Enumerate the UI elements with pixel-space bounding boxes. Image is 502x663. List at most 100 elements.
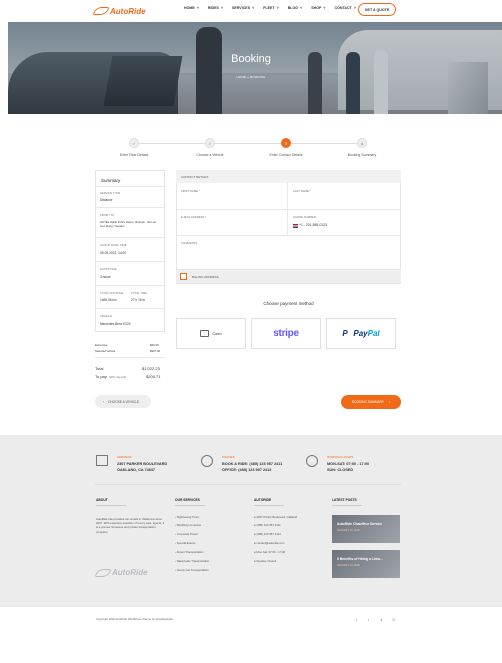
contact-item-label: (485) 123 957 2411	[256, 523, 281, 527]
service-link[interactable]: › Wedding Limousine	[175, 523, 201, 527]
booking-summary-label: BOOKING SUMMARY	[351, 400, 384, 404]
service-link-label: Special Events	[176, 541, 196, 545]
contact-item: ● Mon-Sat: 07:00 - 17:00	[254, 550, 285, 554]
payment-stripe-option[interactable]: stripe	[251, 318, 321, 349]
footer-logo-text: AutoRide	[112, 568, 148, 577]
service-link[interactable]: › Special Events	[175, 541, 195, 545]
phone-label: PHONE NUMBER	[293, 215, 316, 219]
distance-label: TOTAL DISTANCE	[100, 291, 124, 295]
email-label: E-MAIL ADDRESS *	[181, 215, 207, 219]
phone-line-2[interactable]: OFFICE: (485) 123 957 2412	[222, 468, 271, 473]
step-3-circle[interactable]: 3	[281, 138, 291, 148]
service-link[interactable]: › Hourly Car Transportation	[175, 568, 209, 572]
phone-line-1[interactable]: BOOK A RIDE: (485) 123 957 2411	[222, 462, 282, 467]
divider	[254, 505, 284, 506]
latest-posts-title: LATEST POSTS	[332, 498, 357, 502]
service-link[interactable]: › Corporate Travel	[175, 532, 198, 536]
latest-post-card[interactable]: 5 Benefits of Hiring a Limo... JANUARY 1…	[332, 550, 400, 578]
extra-time-line-value: $26.00	[150, 343, 159, 347]
stripe-logo: stripe	[273, 328, 299, 339]
email-field[interactable]	[176, 210, 288, 236]
footer-bottom-bar	[0, 607, 502, 663]
step-2-circle[interactable]: ✓	[205, 138, 215, 148]
to-pay-note: (20% deposit)	[109, 375, 127, 379]
service-link-label: Corporate Travel	[176, 532, 198, 536]
pickup-label: PICKUP DATE, TIME	[100, 243, 127, 247]
page-title: Booking	[231, 53, 271, 65]
instagram-icon[interactable]: ◎	[392, 617, 396, 622]
first-name-label: FIRST NAME *	[181, 189, 200, 193]
clock-icon	[306, 455, 318, 467]
contact-item[interactable]: ● (485) 123 957 2412	[254, 532, 281, 536]
payment-paypal-option[interactable]: P PayPal	[326, 318, 396, 349]
post-date: JANUARY 14, 2020	[337, 564, 360, 567]
contact-item[interactable]: ● (485) 123 957 2411	[254, 523, 281, 527]
booking-summary-button[interactable]: BOOKING SUMMARY ›	[341, 395, 401, 409]
total-value: $1,022.23	[142, 366, 160, 371]
latest-post-card[interactable]: AutoRide Chauffeur Service JANUARY 14, 2…	[332, 515, 400, 543]
address-line-1: 2307 PARKER BOULEVARD	[117, 462, 168, 466]
service-link-label: Airport Transportation	[176, 550, 204, 554]
first-name-field[interactable]	[176, 183, 288, 210]
nav-item-contact[interactable]: CONTACT	[335, 6, 352, 10]
from-to-label: FROM / TO	[100, 213, 115, 217]
distance-value: 1465.06 km	[100, 298, 117, 302]
chevron-down-icon: ˅	[276, 6, 279, 10]
choose-vehicle-button[interactable]: ‹ CHOOSE A VEHICLE	[95, 395, 151, 408]
time-value: 27 h 19 m	[131, 298, 146, 302]
divider	[95, 484, 401, 485]
contact-item: ● Sunday: Closed	[254, 559, 276, 563]
site-logo[interactable]: AutoRide	[92, 4, 154, 18]
billing-address-checkbox[interactable]	[180, 273, 187, 280]
cash-icon	[200, 330, 210, 337]
phone-value[interactable]: +1 - 201-555-0123	[299, 223, 327, 227]
payment-title: Choose payment method	[263, 301, 314, 306]
divider	[95, 308, 165, 309]
chevron-down-icon: ˅	[252, 6, 255, 10]
facebook-icon[interactable]: f	[356, 617, 357, 622]
hours-label: WORKING HOURS	[327, 455, 354, 459]
get-quote-button[interactable]: GET A QUOTE	[358, 3, 396, 16]
footer-logo[interactable]: AutoRide	[94, 568, 148, 577]
chevron-down-icon: ˅	[196, 6, 199, 10]
comments-field[interactable]	[176, 236, 401, 270]
step-4-circle[interactable]: 4	[357, 138, 367, 148]
twitter-icon[interactable]: t	[368, 617, 369, 622]
us-flag-icon[interactable]	[293, 224, 298, 228]
service-link-label: Sightseeing Tours	[176, 515, 199, 519]
cash-label: Cash	[212, 331, 222, 336]
chevron-left-icon: ‹	[103, 399, 105, 404]
nav-item-home[interactable]: HOME	[184, 6, 195, 10]
service-link-label: Hourly Car Transportation	[176, 568, 209, 572]
billing-address-label: BILLING ADDRESS	[192, 275, 219, 279]
nav-item-shop[interactable]: SHOP	[311, 6, 321, 10]
post-title: AutoRide Chauffeur Service	[337, 522, 383, 526]
extra-time-line-label: Extra time	[95, 343, 108, 347]
telegram-icon[interactable]: ◂	[380, 617, 382, 622]
service-link[interactable]: › Airport Transportation	[175, 550, 203, 554]
divider	[332, 505, 362, 506]
breadcrumb[interactable]: HOME » BOOKING	[0, 75, 502, 79]
divider	[96, 505, 126, 506]
chevron-down-icon: ˅	[323, 6, 326, 10]
step-1-circle[interactable]: ✓	[129, 138, 139, 148]
paypal-logo: PayPal	[353, 329, 379, 338]
service-link-label: Wedding Limousine	[176, 523, 202, 527]
nav-item-fleet[interactable]: FLEET	[263, 6, 274, 10]
about-title: ABOUT	[96, 498, 108, 502]
extra-time-value: 3 hours	[100, 275, 111, 279]
contact-item[interactable]: ● contact@autoride.com	[254, 541, 285, 545]
last-name-field[interactable]	[288, 183, 401, 210]
main-nav: HOME ˅ RIDES ˅ SERVICES ˅ FLEET ˅ BLOG ˅ SHOP…	[184, 6, 356, 10]
payment-cash-option[interactable]: Cash	[176, 318, 246, 349]
phones-label: PHONES	[222, 455, 235, 459]
vehicle-line-value: $967.00	[150, 349, 161, 353]
logo-mark-icon	[94, 568, 112, 577]
nav-item-rides[interactable]: RIDES	[208, 6, 219, 10]
service-link[interactable]: › Sightseeing Tours	[175, 515, 199, 519]
nav-item-blog[interactable]: BLOG	[288, 6, 298, 10]
service-link[interactable]: › Nationwide Transportation	[175, 559, 209, 563]
nav-item-services[interactable]: SERVICES	[232, 6, 250, 10]
hero-banner	[8, 22, 502, 114]
paypal-icon: P	[342, 329, 348, 338]
